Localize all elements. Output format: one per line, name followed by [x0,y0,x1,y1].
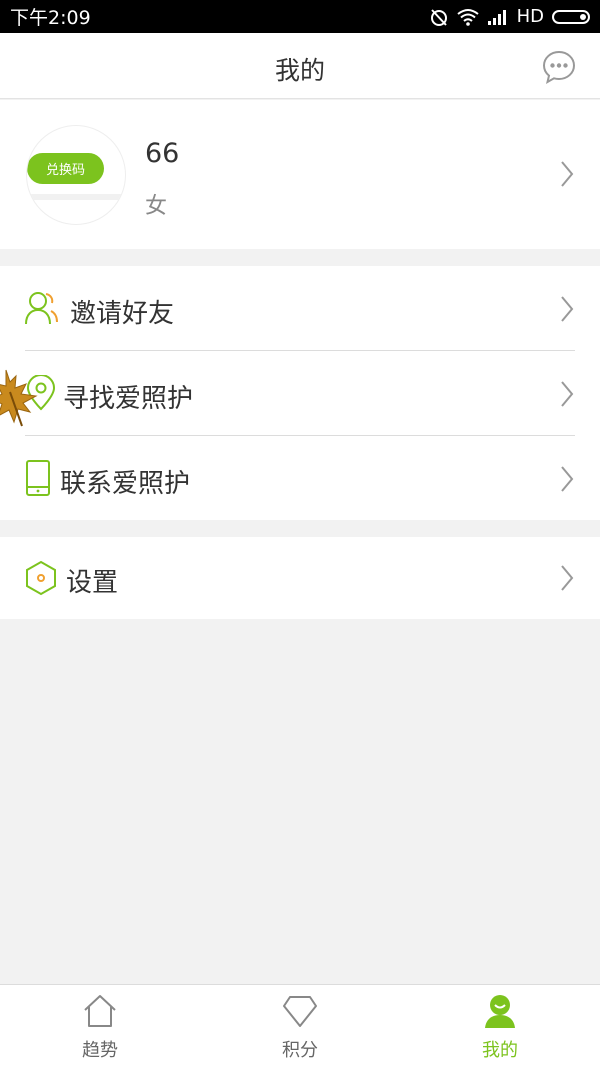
chevron-right-icon [561,296,574,322]
menu-item-find-aizhaohu[interactable]: 寻找爱照护 [0,351,600,436]
wifi-icon [456,8,479,26]
menu-item-label: 寻找爱照护 [63,384,194,414]
menu-item-label: 邀请好友 [70,299,175,329]
menu-item-invite-friends[interactable]: 邀请好友 [0,266,600,351]
person-icon [485,995,515,1028]
menu-item-contact-aizhaohu[interactable]: 联系爱照护 [0,436,600,521]
signal-icon [487,9,506,25]
tab-trend[interactable]: 趋势 [0,985,200,1067]
page-title: 我的 [274,56,325,85]
menu-item-label: 设置 [66,568,119,598]
avatar-stripe [27,194,125,200]
network-type: HD [516,6,544,27]
tab-mine[interactable]: 我的 [400,985,600,1067]
phone-icon [26,460,50,496]
redeem-code-button[interactable]: 兑换码 [27,153,104,184]
chevron-right-icon [561,381,574,407]
battery-icon [552,9,590,24]
menu-item-settings[interactable]: 设置 [0,537,600,619]
alarm-off-icon [430,8,447,26]
tab-label: 趋势 [82,1040,118,1061]
profile-card[interactable]: 兑换码 66 女 [0,100,600,249]
hexagon-settings-icon [26,560,56,596]
chevron-right-icon [561,466,574,492]
status-icons: HD [429,6,590,27]
status-time: 下午2:09 [10,7,91,29]
menu-item-label: 联系爱照护 [60,469,191,499]
maple-leaf-icon [0,369,38,427]
status-bar: 下午2:09 HD [0,0,600,33]
avatar[interactable]: 兑换码 [26,125,126,225]
chevron-right-icon [561,565,574,591]
chevron-right-icon [561,161,574,187]
menu-group-settings: 设置 [0,537,600,619]
tab-label: 我的 [482,1040,518,1061]
bottom-tab-bar: 趋势 积分 我的 [0,984,600,1067]
menu-group-primary: 邀请好友 寻找爱照护 联系爱照护 [0,266,600,520]
tab-label: 积分 [282,1040,318,1061]
top-header: 我的 [0,33,600,99]
diamond-icon [283,996,317,1027]
profile-gender: 女 [145,194,168,219]
tab-points[interactable]: 积分 [200,985,400,1067]
users-icon [25,292,58,325]
home-icon [84,995,116,1027]
profile-name: 66 [145,138,180,169]
chat-bubble-icon[interactable] [542,50,576,84]
